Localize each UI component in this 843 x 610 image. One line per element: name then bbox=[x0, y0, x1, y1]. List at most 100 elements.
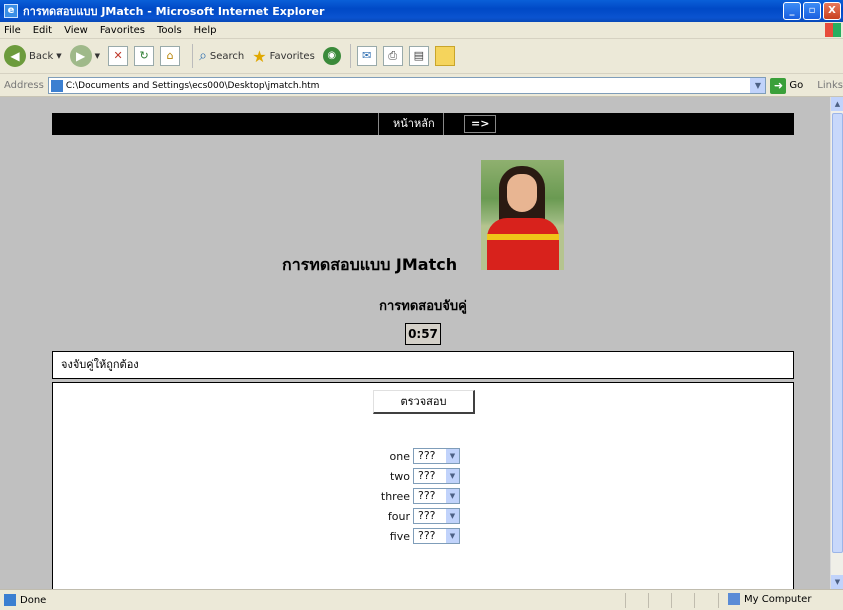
menu-edit[interactable]: Edit bbox=[33, 25, 52, 36]
pair-select-value: ??? bbox=[418, 449, 436, 462]
toolbar-separator bbox=[349, 44, 351, 68]
go-button[interactable]: ➜ Go bbox=[770, 77, 804, 94]
forward-button[interactable]: ▶ ▼ bbox=[69, 45, 100, 67]
pair-label: one bbox=[389, 449, 410, 463]
toolbar-separator bbox=[192, 44, 194, 68]
menu-view[interactable]: View bbox=[64, 25, 88, 36]
pair-select[interactable]: ??? ▼ bbox=[413, 448, 460, 464]
favorites-label: Favorites bbox=[269, 50, 315, 62]
address-url: C:\Documents and Settings\ecs000\Desktop… bbox=[65, 80, 320, 91]
status-divider bbox=[671, 593, 672, 608]
menu-tools[interactable]: Tools bbox=[157, 25, 182, 36]
pair-select[interactable]: ??? ▼ bbox=[413, 508, 460, 524]
pair-select-value: ??? bbox=[418, 489, 436, 502]
close-button[interactable]: X bbox=[823, 2, 841, 20]
search-label: Search bbox=[209, 50, 245, 62]
pair-row: five ??? ▼ bbox=[353, 527, 460, 545]
stop-icon[interactable]: ✕ bbox=[108, 46, 129, 66]
address-dropdown-icon[interactable]: ▼ bbox=[750, 78, 766, 93]
status-divider bbox=[718, 593, 719, 608]
mail-icon[interactable]: ✉ bbox=[356, 46, 377, 66]
page-done-icon bbox=[4, 594, 16, 606]
pair-select[interactable]: ??? ▼ bbox=[413, 468, 460, 484]
pair-label: three bbox=[380, 489, 410, 503]
folder-icon[interactable] bbox=[434, 46, 455, 66]
pair-label: two bbox=[389, 469, 410, 483]
profile-photo bbox=[481, 160, 564, 270]
pair-select[interactable]: ??? ▼ bbox=[413, 528, 460, 544]
scroll-thumb[interactable] bbox=[832, 113, 843, 553]
menu-bar: File Edit View Favorites Tools Help bbox=[0, 22, 843, 39]
pair-select-value: ??? bbox=[418, 469, 436, 482]
forward-icon: ▶ bbox=[69, 45, 92, 67]
pair-select[interactable]: ??? ▼ bbox=[413, 488, 460, 504]
pair-row: three ??? ▼ bbox=[353, 487, 460, 505]
pair-label: four bbox=[387, 509, 410, 523]
chevron-down-icon: ▼ bbox=[446, 449, 459, 463]
media-icon[interactable]: ◉ bbox=[322, 47, 341, 65]
countdown-timer: 0:57 bbox=[405, 323, 441, 345]
pair-row: one ??? ▼ bbox=[353, 447, 460, 465]
pair-select-value: ??? bbox=[418, 529, 436, 542]
page-icon bbox=[50, 79, 63, 92]
ie-icon: e bbox=[4, 4, 18, 18]
search-icon: ⌕ bbox=[199, 48, 207, 64]
pair-row: four ??? ▼ bbox=[353, 507, 460, 525]
search-button[interactable]: ⌕ Search bbox=[199, 48, 244, 64]
back-button[interactable]: ◀ Back ▼ bbox=[4, 45, 62, 67]
match-pairs: one ??? ▼ two ??? ▼ three ??? ▼ four ???… bbox=[353, 447, 460, 547]
computer-icon bbox=[728, 593, 740, 605]
scroll-down-icon[interactable]: ▼ bbox=[831, 575, 843, 589]
forward-dropdown-icon[interactable]: ▼ bbox=[95, 52, 100, 60]
address-input[interactable]: C:\Documents and Settings\ecs000\Desktop… bbox=[47, 77, 767, 94]
pair-label: five bbox=[389, 529, 410, 543]
back-label: Back bbox=[29, 50, 54, 62]
edit-icon[interactable]: ▤ bbox=[408, 46, 429, 66]
menu-help[interactable]: Help bbox=[194, 25, 217, 36]
favorites-icon: ★ bbox=[252, 46, 267, 66]
back-icon: ◀ bbox=[4, 45, 26, 67]
refresh-icon[interactable]: ↻ bbox=[134, 46, 155, 66]
quiz-panel: ตรวจสอบ one ??? ▼ two ??? ▼ three ??? ▼ … bbox=[52, 382, 794, 589]
window-title: การทดสอบแบบ JMatch - Microsoft Internet … bbox=[23, 5, 325, 18]
standard-toolbar: ◀ Back ▼ ▶ ▼ ✕ ↻ ⌂ ⌕ Search ★ Favorites … bbox=[0, 39, 843, 74]
window-titlebar[interactable]: e การทดสอบแบบ JMatch - Microsoft Interne… bbox=[0, 0, 843, 22]
nav-next-button[interactable]: => bbox=[464, 115, 497, 133]
chevron-down-icon: ▼ bbox=[446, 489, 459, 503]
window-controls: _ ▫ X bbox=[783, 2, 841, 20]
status-divider bbox=[648, 593, 649, 608]
nav-home-link[interactable]: หน้าหลัก bbox=[378, 113, 444, 135]
security-zone: My Computer bbox=[728, 593, 811, 605]
page-viewport: หน้าหลัก => การทดสอบแบบ JMatch การทดสอบจ… bbox=[0, 97, 830, 589]
page-subtitle: การทดสอบจับคู่ bbox=[379, 299, 467, 314]
links-button[interactable]: Links bbox=[817, 80, 843, 91]
minimize-button[interactable]: _ bbox=[783, 2, 801, 20]
windows-logo-icon bbox=[825, 23, 841, 37]
menu-file[interactable]: File bbox=[4, 25, 21, 36]
check-answers-button[interactable]: ตรวจสอบ bbox=[373, 390, 475, 414]
status-divider bbox=[694, 593, 695, 608]
zone-label: My Computer bbox=[744, 593, 812, 605]
back-dropdown-icon[interactable]: ▼ bbox=[56, 52, 61, 60]
home-icon[interactable]: ⌂ bbox=[160, 46, 181, 66]
pair-select-value: ??? bbox=[418, 509, 436, 522]
go-icon: ➜ bbox=[770, 77, 787, 94]
address-bar: Address C:\Documents and Settings\ecs000… bbox=[0, 75, 843, 97]
menu-favorites[interactable]: Favorites bbox=[100, 25, 145, 36]
instruction-box: จงจับคู่ให้ถูกต้อง bbox=[52, 351, 794, 379]
page-navbar: หน้าหลัก => bbox=[52, 113, 794, 135]
chevron-down-icon: ▼ bbox=[446, 529, 459, 543]
scroll-up-icon[interactable]: ▲ bbox=[831, 97, 843, 111]
chevron-down-icon: ▼ bbox=[446, 469, 459, 483]
print-icon[interactable]: ⎙ bbox=[382, 46, 403, 66]
status-bar: Done My Computer bbox=[0, 589, 843, 610]
vertical-scrollbar[interactable]: ▲ ▼ bbox=[830, 97, 843, 589]
instruction-text: จงจับคู่ให้ถูกต้อง bbox=[61, 358, 139, 371]
favorites-button[interactable]: ★ Favorites bbox=[252, 47, 315, 66]
status-divider bbox=[625, 593, 626, 608]
page-title: การทดสอบแบบ JMatch bbox=[282, 255, 458, 274]
maximize-button[interactable]: ▫ bbox=[803, 2, 821, 20]
status-text: Done bbox=[20, 594, 47, 606]
pair-row: two ??? ▼ bbox=[353, 467, 460, 485]
go-label: Go bbox=[789, 80, 804, 91]
